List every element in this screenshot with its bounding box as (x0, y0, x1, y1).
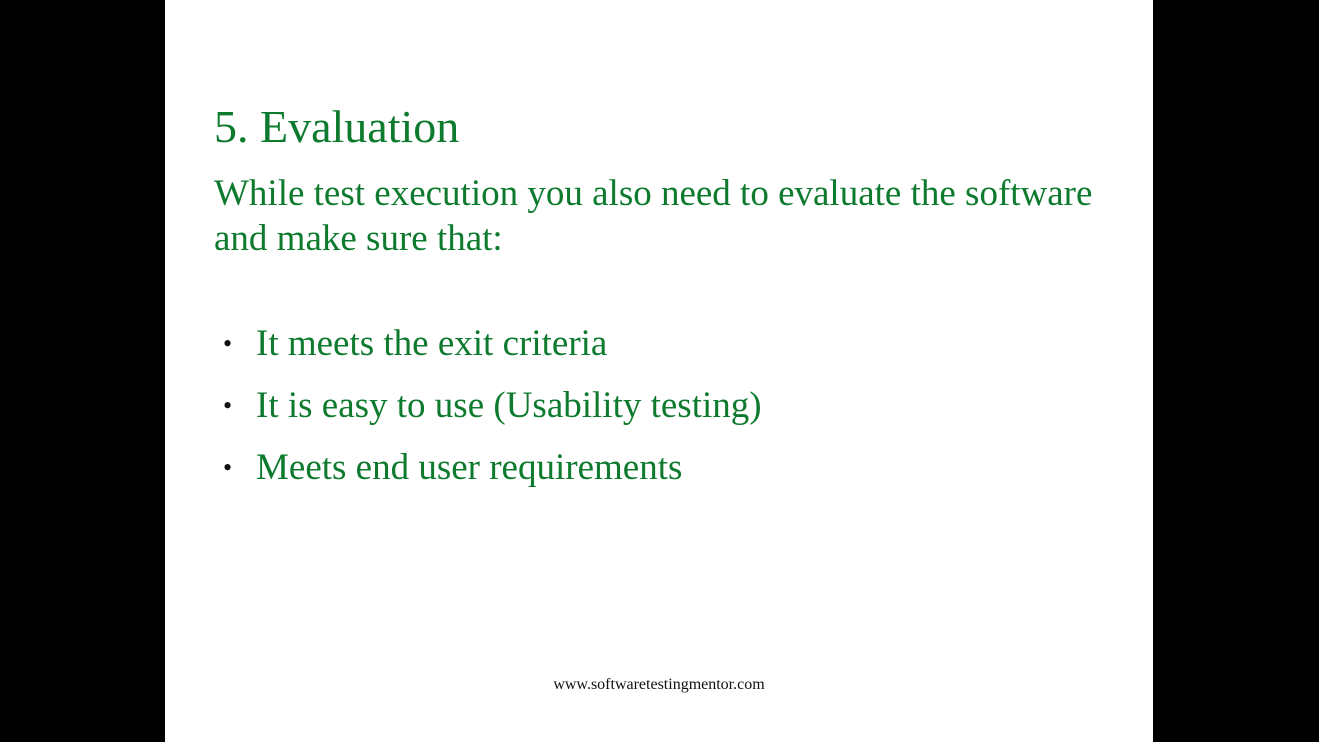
bullet-icon: • (223, 391, 233, 420)
slide: 5. Evaluation While test execution you a… (165, 0, 1153, 742)
bullet-text: It meets the exit criteria (256, 323, 608, 364)
slide-intro-text: While test execution you also need to ev… (214, 173, 1093, 259)
bullet-text: It is easy to use (Usability testing) (256, 385, 762, 426)
bullet-text: Meets end user requirements (256, 447, 683, 488)
footer-url: www.softwaretestingmentor.com (553, 676, 765, 693)
bullet-icon: • (223, 329, 233, 358)
slide-title: 5. Evaluation (214, 101, 460, 152)
bullet-icon: • (223, 453, 233, 482)
video-viewer: 5. Evaluation While test execution you a… (0, 0, 1319, 742)
